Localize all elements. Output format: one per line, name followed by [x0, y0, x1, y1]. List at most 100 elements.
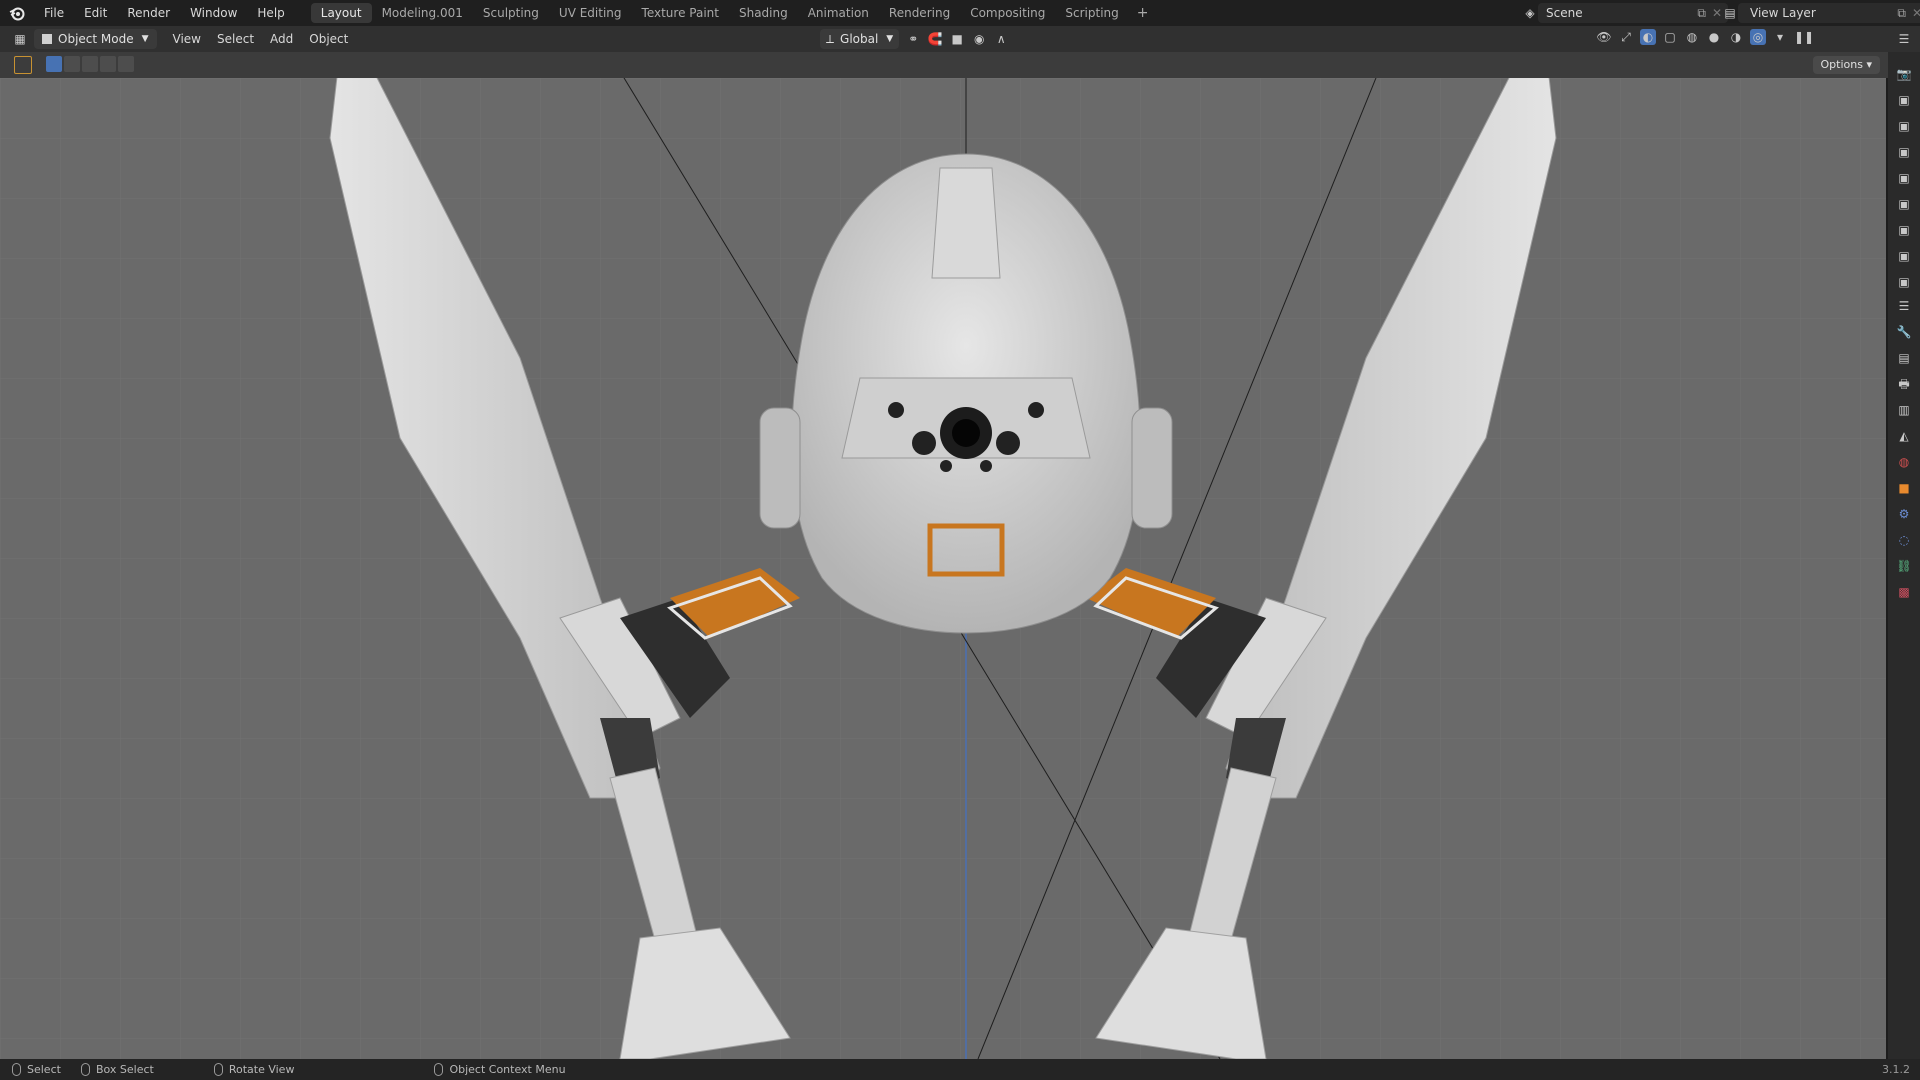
overlays-icon[interactable]: ◐ [1640, 29, 1656, 45]
editor-type-icon[interactable]: ▦ [12, 31, 28, 47]
scene-selector: ◈ Scene ⧉ ✕ [1522, 3, 1728, 23]
status-rotate: Rotate View [213, 1063, 294, 1076]
object-menu[interactable]: Object [301, 29, 356, 49]
scene-name-field[interactable]: Scene ⧉ ✕ [1538, 3, 1728, 23]
main-menu: File Edit Render Window Help [34, 0, 295, 26]
camera-icon[interactable]: ▣ [1894, 144, 1914, 164]
visibility-icon[interactable]: 👁 [1596, 29, 1612, 45]
gizmo-icon[interactable]: ⤢ [1618, 29, 1634, 45]
rendered-shading-icon[interactable]: ◎ [1750, 29, 1766, 45]
shading-options-icon[interactable]: ▾ [1772, 29, 1788, 45]
invert-selection-icon[interactable] [100, 56, 116, 72]
camera-icon[interactable]: ▣ [1894, 196, 1914, 216]
modifiers-icon[interactable]: ⚙ [1894, 506, 1914, 526]
options-dropdown[interactable]: Options ▾ [1812, 56, 1880, 74]
proportional-edit-icon[interactable]: ◉ [971, 31, 987, 47]
status-select-label: Select [27, 1063, 61, 1076]
mouse-drag-icon [80, 1063, 90, 1076]
render-properties-icon[interactable]: 📷 [1894, 66, 1914, 86]
scene-props-icon[interactable]: ◭ [1894, 428, 1914, 448]
tab-shading[interactable]: Shading [729, 3, 798, 23]
camera-icon[interactable]: ▣ [1894, 170, 1914, 190]
status-context-label: Object Context Menu [449, 1063, 566, 1076]
close-scene-icon[interactable]: ✕ [1712, 6, 1722, 20]
cube-icon [42, 34, 52, 44]
properties-tab-strip: 📷 ▣ ▣ ▣ ▣ ▣ ▣ ▣ ▣ ☰ 🔧 ▤ 🖶 ▥ ◭ ◍ ■ ⚙ ◌ ⛓ … [1888, 52, 1920, 1059]
view-layer-field[interactable]: View Layer ⧉ ✕ [1738, 3, 1920, 23]
camera-icon[interactable]: ▣ [1894, 92, 1914, 112]
camera-icon[interactable]: ▣ [1894, 118, 1914, 138]
status-box-select: Box Select [80, 1063, 154, 1076]
tab-rendering[interactable]: Rendering [879, 3, 960, 23]
scene-icon[interactable]: ◈ [1522, 5, 1538, 21]
tab-sculpting[interactable]: Sculpting [473, 3, 549, 23]
select-box-tool-icon[interactable] [14, 56, 32, 74]
status-bar: Select Box Select Rotate View Object Con… [0, 1059, 1920, 1080]
mouse-middle-icon [213, 1063, 223, 1076]
material-shading-icon[interactable]: ◑ [1728, 29, 1744, 45]
orientation-dropdown[interactable]: ⟂ Global ▼ [820, 29, 900, 49]
constraints-icon[interactable]: ⛓ [1894, 558, 1914, 578]
tab-compositing[interactable]: Compositing [960, 3, 1055, 23]
top-bar: File Edit Render Window Help Layout Mode… [0, 0, 1920, 26]
object-mode-dropdown[interactable]: Object Mode ▼ [34, 29, 157, 49]
tab-animation[interactable]: Animation [798, 3, 879, 23]
snap-icon[interactable]: 🧲 [927, 31, 943, 47]
add-workspace-button[interactable]: + [1129, 5, 1157, 21]
view-menu[interactable]: View [165, 29, 209, 49]
chevron-down-icon: ▼ [141, 34, 149, 44]
menu-render[interactable]: Render [117, 0, 180, 26]
tab-texture-paint[interactable]: Texture Paint [632, 3, 729, 23]
set-selection-icon[interactable] [46, 56, 62, 72]
object-props-icon[interactable]: ■ [1894, 480, 1914, 500]
chevron-down-icon: ▼ [886, 34, 894, 44]
outliner-toggle[interactable]: ☰ [1888, 26, 1920, 52]
version-label: 3.1.2 [1882, 1063, 1910, 1076]
select-menu[interactable]: Select [209, 29, 262, 49]
properties-editor-icon[interactable]: ☰ [1894, 298, 1914, 318]
menu-edit[interactable]: Edit [74, 0, 117, 26]
tab-scripting[interactable]: Scripting [1055, 3, 1128, 23]
view-layer-icon[interactable]: ▤ [1722, 5, 1738, 21]
tab-modeling[interactable]: Modeling.001 [372, 3, 473, 23]
status-box-select-label: Box Select [95, 1063, 154, 1076]
tab-uv-editing[interactable]: UV Editing [549, 3, 632, 23]
view-layer-label: View Layer [1750, 6, 1816, 20]
wireframe-shading-icon[interactable]: ◍ [1684, 29, 1700, 45]
menu-window[interactable]: Window [180, 0, 247, 26]
camera-icon[interactable]: ▣ [1894, 274, 1914, 294]
menu-file[interactable]: File [34, 0, 74, 26]
close-layer-icon[interactable]: ✕ [1912, 6, 1920, 20]
physics-icon[interactable]: ◌ [1894, 532, 1914, 552]
blender-logo-icon[interactable] [6, 2, 28, 24]
view-layer-props-icon[interactable]: ▥ [1894, 402, 1914, 422]
world-icon[interactable]: ◍ [1894, 454, 1914, 474]
camera-icon[interactable]: ▣ [1894, 222, 1914, 242]
tool-properties-icon[interactable]: 🔧 [1894, 324, 1914, 344]
menu-help[interactable]: Help [247, 0, 294, 26]
pivot-icon[interactable]: ⚭ [905, 31, 921, 47]
falloff-icon[interactable]: ∧ [993, 31, 1009, 47]
viewport-header: ▦ Object Mode ▼ View Select Add Object ⟂… [0, 26, 1888, 52]
3d-viewport[interactable] [0, 78, 1886, 1059]
xray-icon[interactable]: ▢ [1662, 29, 1678, 45]
copy-layer-icon[interactable]: ⧉ [1897, 6, 1906, 21]
texture-icon[interactable]: ▩ [1894, 584, 1914, 604]
scene-label: Scene [1546, 6, 1583, 20]
camera-icon[interactable]: ▣ [1894, 248, 1914, 268]
snap-target-icon[interactable]: ■ [949, 31, 965, 47]
copy-scene-icon[interactable]: ⧉ [1697, 6, 1706, 21]
intersect-selection-icon[interactable] [118, 56, 134, 72]
tab-layout[interactable]: Layout [310, 3, 372, 23]
render-icon[interactable]: ▤ [1894, 350, 1914, 370]
view-layer-selector: ▤ View Layer ⧉ ✕ [1722, 3, 1920, 23]
output-icon[interactable]: 🖶 [1894, 376, 1914, 396]
pause-icon[interactable]: ❚❚ [1794, 29, 1814, 45]
mode-label: Object Mode [58, 32, 134, 46]
subtract-selection-icon[interactable] [82, 56, 98, 72]
transform-tools: ⟂ Global ▼ ⚭ 🧲 ■ ◉ ∧ [820, 29, 1009, 49]
mouse-right-icon [434, 1063, 444, 1076]
extend-selection-icon[interactable] [64, 56, 80, 72]
add-menu[interactable]: Add [262, 29, 301, 49]
solid-shading-icon[interactable]: ● [1706, 29, 1722, 45]
